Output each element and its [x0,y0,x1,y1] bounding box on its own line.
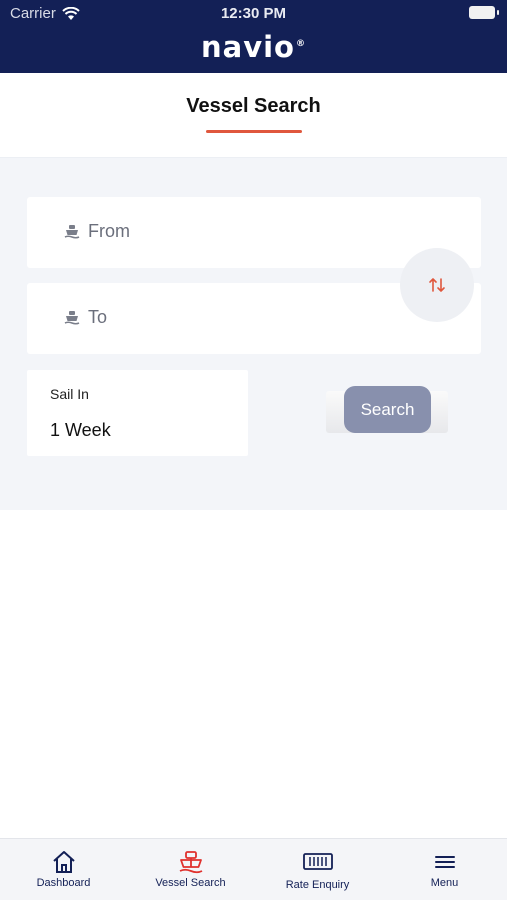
tab-dashboard-label: Dashboard [36,877,91,889]
navio-logo: navio® [0,30,507,64]
page-title: Vessel Search [186,95,321,117]
sail-in-selector[interactable]: Sail In 1 Week [27,370,248,456]
tab-menu[interactable]: Menu [381,839,507,900]
battery-icon [469,6,499,19]
app-header: Carrier 12:30 PM navio® [0,0,507,73]
tab-menu-label: Menu [430,877,459,889]
swap-ports-button[interactable] [400,248,474,322]
title-bar: Vessel Search [0,73,507,158]
from-placeholder: From [88,221,130,241]
to-placeholder: To [88,307,108,327]
tab-vessel-search[interactable]: Vessel Search [127,839,254,900]
ship-icon [179,851,202,874]
tab-rate-enquiry[interactable]: Rate Enquiry [254,839,381,900]
tab-vessel-search-label: Vessel Search [155,877,226,889]
sail-in-value: 1 Week [50,420,111,440]
title-underline [206,130,302,133]
home-icon [52,851,75,873]
status-bar: Carrier 12:30 PM [0,0,507,28]
ship-icon [64,311,80,325]
swap-arrows-icon [429,278,445,292]
hamburger-icon [434,856,455,868]
vessel-search-panel: From To Sail In 1 Week Search [0,158,507,510]
search-button[interactable]: Search [344,386,431,433]
tab-rate-enquiry-label: Rate Enquiry [285,879,350,891]
bottom-tab-bar: Dashboard Vessel Search Rate Enquiry Men… [0,838,507,900]
app: Carrier 12:30 PM navio® Vessel Search Fr… [0,0,507,900]
tab-dashboard[interactable]: Dashboard [0,839,127,900]
ship-icon [64,225,80,239]
container-icon [302,853,333,870]
logo-registered-mark: ® [295,39,306,50]
status-time: 12:30 PM [220,5,287,22]
sail-in-label: Sail In [50,386,89,402]
logo-text: navio [201,30,295,64]
